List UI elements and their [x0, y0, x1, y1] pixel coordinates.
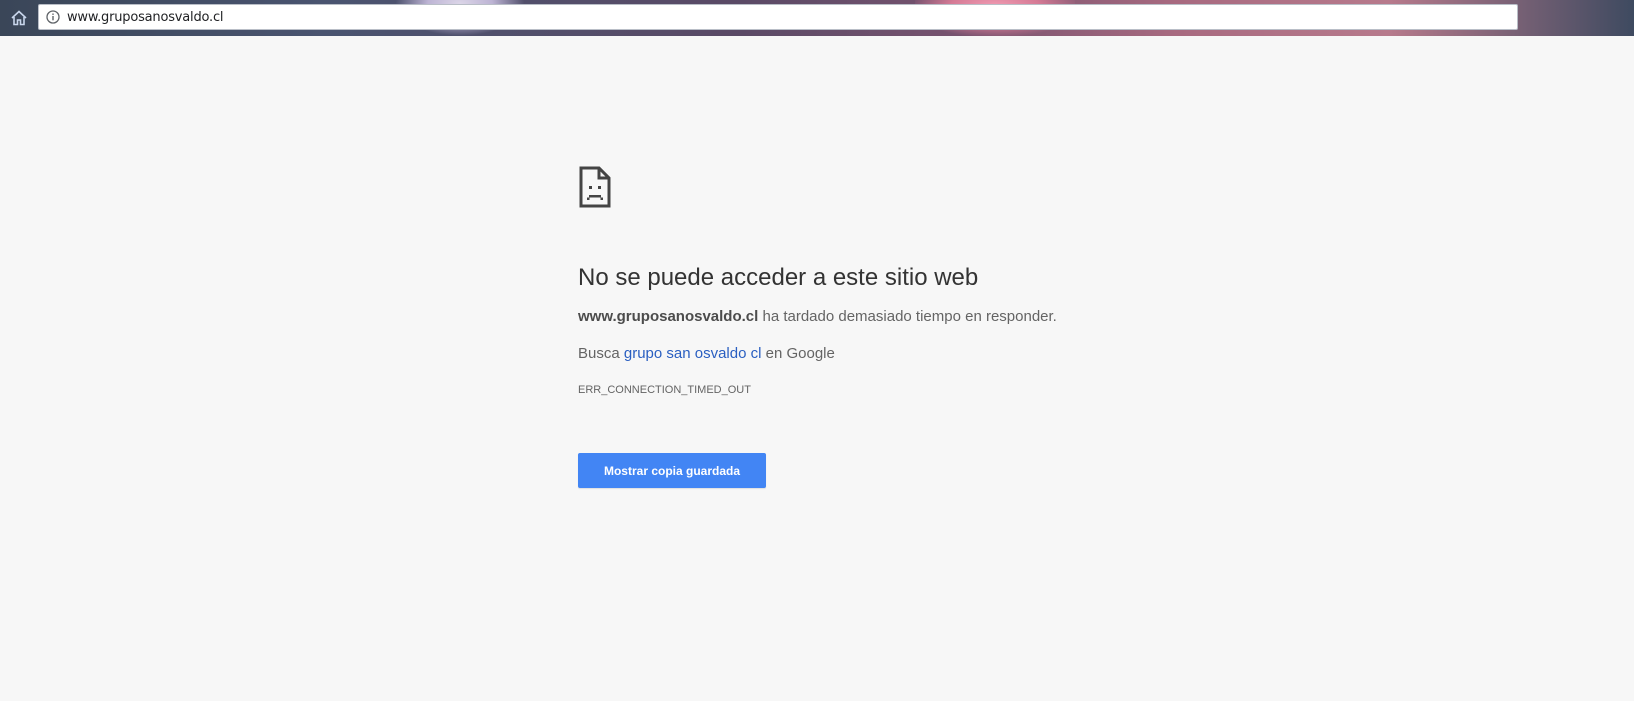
search-prefix: Busca — [578, 345, 624, 362]
google-search-link[interactable]: grupo san osvaldo cl — [624, 345, 762, 362]
search-suffix: en Google — [761, 345, 835, 362]
browser-toolbar: www.gruposanosvaldo.cl — [0, 0, 1634, 36]
address-bar[interactable]: www.gruposanosvaldo.cl — [38, 4, 1518, 30]
url-text[interactable]: www.gruposanosvaldo.cl — [67, 10, 224, 25]
error-code: ERR_CONNECTION_TIMED_OUT — [578, 384, 751, 396]
search-suggestion: Busca grupo san osvaldo cl en Google — [578, 345, 1098, 362]
show-cached-copy-button[interactable]: Mostrar copia guardada — [578, 453, 766, 488]
sad-document-icon — [579, 166, 611, 208]
description-text: ha tardado demasiado tiempo en responder… — [758, 308, 1057, 325]
error-description: www.gruposanosvaldo.cl ha tardado demasi… — [578, 308, 1098, 325]
info-icon[interactable] — [45, 9, 61, 25]
host-name: www.gruposanosvaldo.cl — [578, 308, 759, 325]
home-icon[interactable] — [8, 7, 30, 29]
page-title: No se puede acceder a este sitio web — [578, 264, 979, 291]
error-interstitial: No se puede acceder a este sitio web www… — [578, 165, 1098, 488]
